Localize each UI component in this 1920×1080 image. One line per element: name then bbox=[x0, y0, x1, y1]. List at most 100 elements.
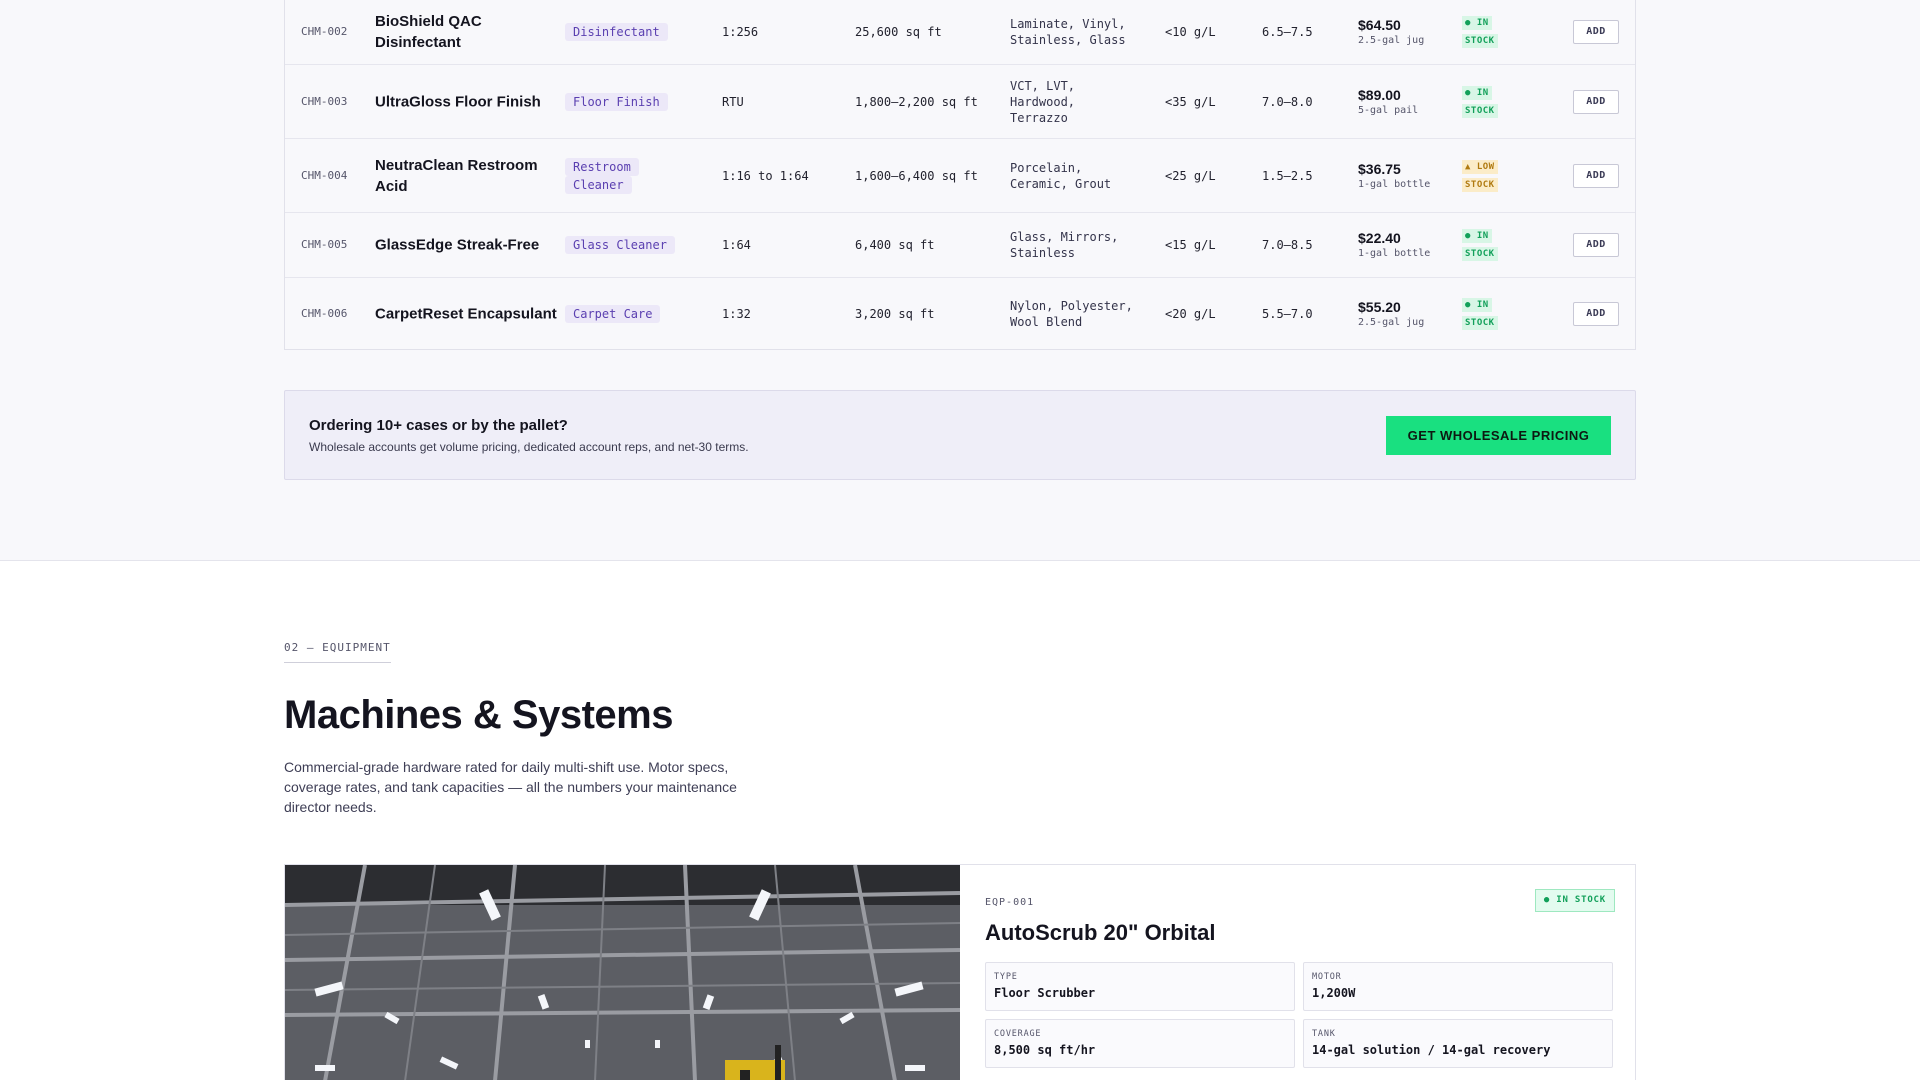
price-block: $36.75 1-gal bottle bbox=[1358, 160, 1448, 192]
spec-coverage: COVERAGE 8,500 sq ft/hr bbox=[985, 1019, 1295, 1068]
stock-badge: ● IN STOCK bbox=[1462, 14, 1514, 50]
spec-label: MOTOR bbox=[1312, 972, 1342, 982]
spec-value: 14-gal solution / 14-gal recovery bbox=[1312, 1043, 1551, 1057]
surfaces: Nylon, Polyester, Wool Blend bbox=[1010, 298, 1133, 329]
category-tag: Carpet Care bbox=[565, 304, 695, 323]
spec-type: TYPE Floor Scrubber bbox=[985, 962, 1295, 1011]
price-block: $89.00 5-gal pail bbox=[1358, 86, 1448, 118]
spec-value: 1,200W bbox=[1312, 986, 1356, 1000]
table-row: CHM-006 CarpetReset Encapsulant Carpet C… bbox=[285, 278, 1635, 349]
table-row: CHM-003 UltraGloss Floor Finish Floor Fi… bbox=[285, 65, 1635, 139]
category-label: Carpet Care bbox=[565, 304, 661, 323]
section-title: Machines & Systems bbox=[284, 693, 673, 737]
equipment-card: EQP-001 ● IN STOCK AutoScrub 20" Orbital… bbox=[284, 864, 1636, 1080]
sku: CHM-005 bbox=[301, 238, 348, 251]
equipment-details: EQP-001 ● IN STOCK AutoScrub 20" Orbital… bbox=[985, 865, 1615, 1080]
section-description: Commercial-grade hardware rated for dail… bbox=[284, 759, 737, 815]
stock-label: ● IN STOCK bbox=[1462, 85, 1498, 118]
price: $55.20 bbox=[1358, 298, 1401, 315]
price: $36.75 bbox=[1358, 160, 1401, 177]
category-label: Disinfectant bbox=[565, 23, 668, 41]
chemicals-table: CHM-002 BioShield QAC Disinfectant Disin… bbox=[284, 0, 1636, 350]
coverage: 1,800–2,200 sq ft bbox=[855, 94, 978, 109]
price: $22.40 bbox=[1358, 230, 1401, 246]
voc: <15 g/L bbox=[1165, 238, 1216, 252]
warehouse-photo-illustration bbox=[285, 865, 960, 1080]
surfaces: Laminate, Vinyl, Stainless, Glass bbox=[1010, 17, 1126, 47]
spec-label: TANK bbox=[1312, 1029, 1336, 1039]
price-block: $22.40 1-gal bottle bbox=[1358, 229, 1448, 261]
category-label: Floor Finish bbox=[565, 92, 668, 111]
product-name[interactable]: BioShield QAC Disinfectant bbox=[375, 11, 565, 53]
category-label: Restroom Cleaner bbox=[565, 157, 639, 194]
table-row: CHM-005 GlassEdge Streak-Free Glass Clea… bbox=[285, 213, 1635, 278]
product-name[interactable]: GlassEdge Streak-Free bbox=[375, 235, 565, 256]
stock-label: ● IN STOCK bbox=[1462, 297, 1498, 330]
category-tag: Glass Cleaner bbox=[565, 236, 695, 254]
sku: CHM-002 bbox=[301, 25, 348, 38]
stock-label: ▲ LOW STOCK bbox=[1462, 159, 1498, 192]
voc: <25 g/L bbox=[1165, 168, 1216, 183]
chemicals-section: CHM-002 BioShield QAC Disinfectant Disin… bbox=[0, 0, 1920, 561]
ph-range: 6.5–7.5 bbox=[1262, 25, 1313, 39]
stock-badge: ● IN STOCK bbox=[1462, 227, 1514, 263]
wholesale-pricing-button[interactable]: GET WHOLESALE PRICING bbox=[1386, 416, 1611, 455]
spec-motor: MOTOR 1,200W bbox=[1303, 962, 1613, 1011]
category-tag: Disinfectant bbox=[565, 23, 695, 41]
wholesale-subtitle: Wholesale accounts get volume pricing, d… bbox=[309, 440, 749, 454]
product-name[interactable]: NeutraClean Restroom Acid bbox=[375, 155, 565, 197]
dilution: RTU bbox=[722, 94, 744, 109]
product-name[interactable]: CarpetReset Encapsulant bbox=[375, 303, 565, 324]
coverage: 3,200 sq ft bbox=[855, 306, 935, 321]
category-tag: Restroom Cleaner bbox=[565, 157, 645, 194]
pack-size: 1-gal bottle bbox=[1358, 248, 1431, 259]
spec-value: Floor Scrubber bbox=[994, 986, 1096, 1000]
equipment-sku: EQP-001 bbox=[985, 897, 1035, 908]
stock-badge: ▲ LOW STOCK bbox=[1462, 158, 1514, 194]
dilution: 1:64 bbox=[722, 238, 751, 252]
add-to-cart-button[interactable]: ADD bbox=[1573, 20, 1619, 44]
table-row: CHM-004 NeutraClean Restroom Acid Restro… bbox=[285, 139, 1635, 213]
table-row: CHM-002 BioShield QAC Disinfectant Disin… bbox=[285, 0, 1635, 65]
add-to-cart-button[interactable]: ADD bbox=[1573, 301, 1619, 326]
ph-range: 5.5–7.0 bbox=[1262, 306, 1313, 321]
spec-tank: TANK 14-gal solution / 14-gal recovery bbox=[1303, 1019, 1613, 1068]
dilution: 1:256 bbox=[722, 25, 759, 39]
stock-label: ● IN STOCK bbox=[1462, 229, 1498, 261]
voc: <35 g/L bbox=[1165, 94, 1216, 109]
voc: <20 g/L bbox=[1165, 306, 1216, 321]
stock-badge: ● IN STOCK bbox=[1534, 889, 1615, 912]
price: $89.00 bbox=[1358, 86, 1401, 103]
surfaces: Porcelain, Ceramic, Grout bbox=[1010, 160, 1112, 191]
surfaces: Glass, Mirrors, Stainless bbox=[1010, 230, 1119, 260]
price-block: $64.50 2.5-gal jug bbox=[1358, 16, 1448, 48]
sku: CHM-003 bbox=[301, 94, 348, 108]
stock-badge: ● IN STOCK bbox=[1462, 296, 1514, 332]
pack-size: 2.5-gal jug bbox=[1358, 316, 1425, 328]
dilution: 1:32 bbox=[722, 306, 751, 321]
add-to-cart-button[interactable]: ADD bbox=[1573, 89, 1619, 114]
add-to-cart-button[interactable]: ADD bbox=[1573, 163, 1619, 188]
product-name[interactable]: UltraGloss Floor Finish bbox=[375, 91, 565, 112]
voc: <10 g/L bbox=[1165, 25, 1216, 39]
equipment-title[interactable]: AutoScrub 20" Orbital bbox=[985, 920, 1215, 946]
product-photo[interactable] bbox=[285, 865, 960, 1080]
stock-label: ● IN STOCK bbox=[1462, 16, 1498, 48]
ph-range: 7.0–8.5 bbox=[1262, 238, 1313, 252]
section-eyebrow: 02 — EQUIPMENT bbox=[284, 641, 391, 663]
coverage: 25,600 sq ft bbox=[855, 25, 942, 39]
pack-size: 2.5-gal jug bbox=[1358, 35, 1425, 46]
pack-size: 5-gal pail bbox=[1358, 104, 1419, 116]
coverage: 6,400 sq ft bbox=[855, 238, 935, 252]
dilution: 1:16 to 1:64 bbox=[722, 168, 809, 183]
ph-range: 7.0–8.0 bbox=[1262, 94, 1313, 109]
category-tag: Floor Finish bbox=[565, 92, 695, 111]
sku: CHM-006 bbox=[301, 306, 348, 320]
spec-value: 8,500 sq ft/hr bbox=[994, 1043, 1096, 1057]
category-label: Glass Cleaner bbox=[565, 236, 675, 254]
add-to-cart-button[interactable]: ADD bbox=[1573, 233, 1619, 257]
coverage: 1,600–6,400 sq ft bbox=[855, 168, 978, 183]
stock-badge: ● IN STOCK bbox=[1462, 84, 1514, 120]
spec-label: TYPE bbox=[994, 972, 1018, 982]
price-block: $55.20 2.5-gal jug bbox=[1358, 298, 1448, 330]
